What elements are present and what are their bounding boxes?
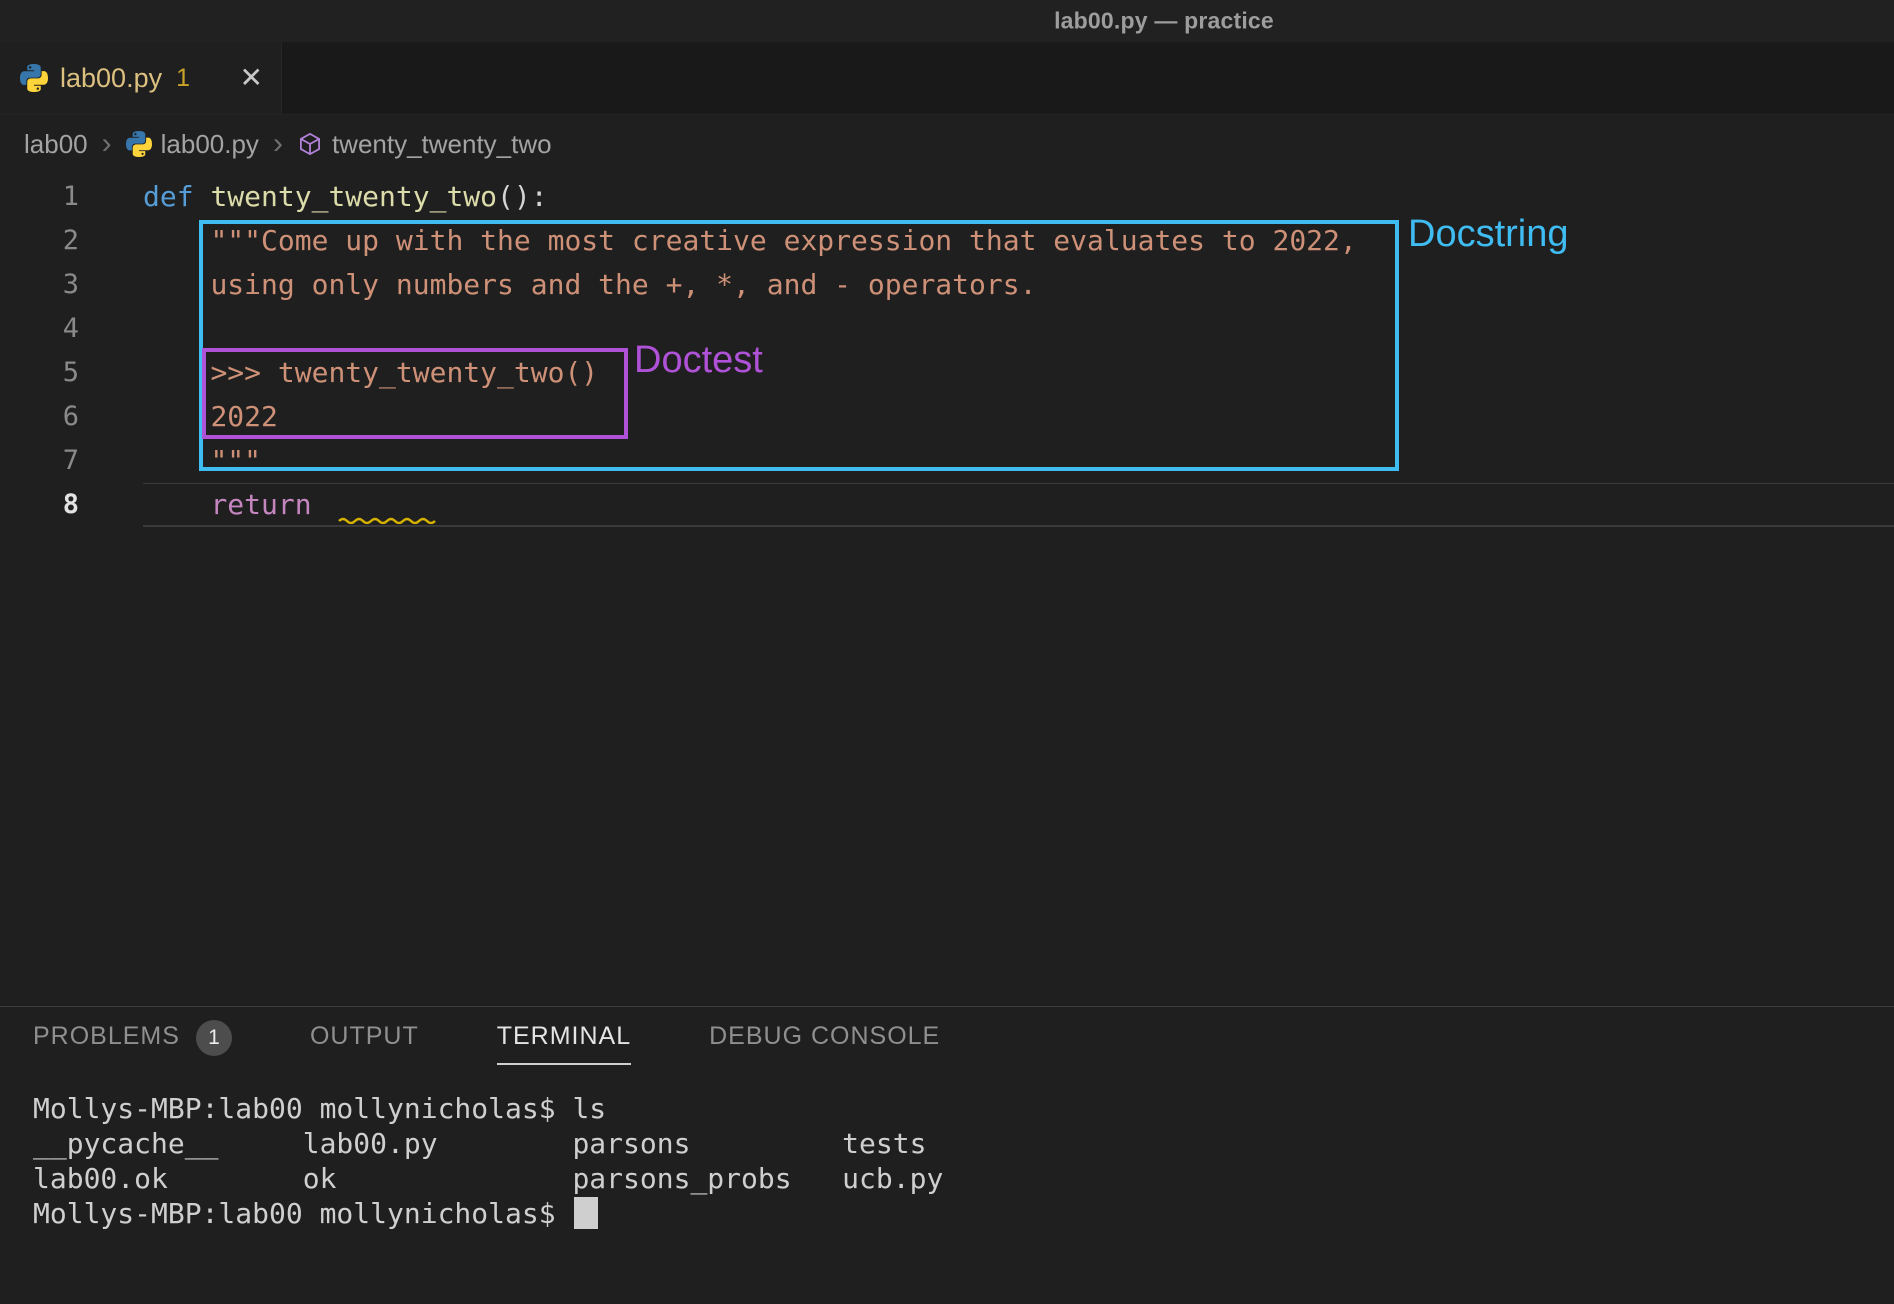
code-token: """Come up with the most creative expres… — [210, 224, 1356, 257]
code-lines: 1def twenty_twenty_two():2 """Come up wi… — [0, 175, 1894, 527]
breadcrumb-item-label: twenty_twenty_two — [332, 129, 552, 160]
code-token: >>> twenty_twenty_two() — [210, 356, 598, 389]
code-token: using only numbers and the +, *, and - o… — [210, 268, 1036, 301]
symbol-namespace-icon — [297, 131, 323, 157]
panel-tab-debug-console[interactable]: DEBUG CONSOLE — [709, 1022, 940, 1065]
code-row[interactable]: 4 — [0, 307, 1894, 351]
code-token: twenty_twenty_two — [210, 180, 497, 213]
line-number: 5 — [0, 351, 143, 395]
panel-tab-label: DEBUG CONSOLE — [709, 1022, 940, 1065]
breadcrumb-item-twenty-twenty-two[interactable]: twenty_twenty_two — [297, 129, 552, 160]
terminal-cursor — [574, 1197, 598, 1229]
code-token: return — [210, 488, 311, 521]
line-number: 2 — [0, 219, 143, 263]
code-token: def — [143, 180, 194, 213]
tab-lab00py[interactable]: lab00.py 1 ✕ — [0, 42, 282, 114]
line-number: 3 — [0, 263, 143, 307]
breadcrumb-item-label: lab00 — [24, 129, 88, 160]
terminal-line: __pycache__ lab00.py parsons tests — [33, 1126, 1894, 1161]
panel-tabs: PROBLEMS 1 OUTPUT TERMINAL DEBUG CONSOLE — [0, 1007, 1894, 1079]
problems-count-badge: 1 — [196, 1020, 232, 1056]
code-row[interactable]: 5 >>> twenty_twenty_two() — [0, 351, 1894, 395]
code-token — [312, 488, 329, 521]
panel-tab-label: OUTPUT — [310, 1022, 419, 1065]
terminal-line: Mollys-MBP:lab00 mollynicholas$ — [33, 1196, 1894, 1231]
code-row[interactable]: 7 """ — [0, 439, 1894, 483]
code-line-content: 2022 — [143, 395, 1894, 439]
line-number: 1 — [0, 175, 143, 219]
terminal-line: Mollys-MBP:lab00 mollynicholas$ ls — [33, 1091, 1894, 1126]
code-line-content: def twenty_twenty_two(): — [143, 175, 1894, 219]
doctest-annotation-label: Doctest — [634, 339, 763, 382]
window-title: lab00.py — practice — [1054, 8, 1274, 35]
terminal-line: lab00.ok ok parsons_probs ucb.py — [33, 1161, 1894, 1196]
breadcrumb: lab00 › lab00.py › twenty_twenty_two — [0, 115, 1894, 173]
close-icon[interactable]: ✕ — [240, 64, 263, 92]
chevron-right-icon: › — [271, 129, 285, 159]
breadcrumb-item-lab00[interactable]: lab00 — [24, 129, 88, 160]
breadcrumb-item-label: lab00.py — [161, 129, 259, 160]
terminal[interactable]: Mollys-MBP:lab00 mollynicholas$ ls__pyca… — [0, 1079, 1894, 1231]
code-token — [143, 400, 210, 433]
code-token — [143, 488, 210, 521]
python-icon — [20, 64, 48, 92]
code-line-content: using only numbers and the +, *, and - o… — [143, 263, 1894, 307]
code-token — [143, 356, 210, 389]
line-number: 4 — [0, 307, 143, 351]
line-number: 8 — [0, 483, 143, 527]
panel-tab-terminal[interactable]: TERMINAL — [497, 1022, 631, 1065]
code-row[interactable]: 8 return — [0, 483, 1894, 527]
tab-problem-count: 1 — [176, 64, 190, 93]
code-token — [194, 180, 211, 213]
code-line-content — [143, 307, 1894, 351]
python-icon — [126, 131, 152, 157]
code-token: 2022 — [210, 400, 277, 433]
panel-tab-label: TERMINAL — [497, 1022, 631, 1065]
titlebar: lab00.py — practice — [0, 0, 1894, 42]
chevron-right-icon: › — [100, 129, 114, 159]
breadcrumb-item-lab00py[interactable]: lab00.py — [126, 129, 259, 160]
code-line-content: """ — [143, 439, 1894, 483]
panel-tab-problems[interactable]: PROBLEMS 1 — [33, 1020, 232, 1066]
tab-bar: lab00.py 1 ✕ — [0, 42, 1894, 115]
code-token — [143, 224, 210, 257]
bottom-panel: PROBLEMS 1 OUTPUT TERMINAL DEBUG CONSOLE… — [0, 1006, 1894, 1304]
docstring-annotation-label: Docstring — [1408, 213, 1569, 256]
code-token: (): — [497, 180, 548, 213]
terminal-output: Mollys-MBP:lab00 mollynicholas$ ls__pyca… — [33, 1091, 1894, 1231]
code-row[interactable]: 2 """Come up with the most creative expr… — [0, 219, 1894, 263]
warning-squiggle — [338, 515, 438, 524]
code-line-content: """Come up with the most creative expres… — [143, 219, 1894, 263]
code-token — [143, 444, 210, 477]
code-row[interactable]: 3 using only numbers and the +, *, and -… — [0, 263, 1894, 307]
code-editor[interactable]: 1def twenty_twenty_two():2 """Come up wi… — [0, 173, 1894, 1006]
line-number: 7 — [0, 439, 143, 483]
code-row[interactable]: 1def twenty_twenty_two(): — [0, 175, 1894, 219]
code-token — [143, 268, 210, 301]
code-row[interactable]: 6 2022 — [0, 395, 1894, 439]
panel-tab-output[interactable]: OUTPUT — [310, 1022, 419, 1065]
panel-tab-label: PROBLEMS — [33, 1022, 180, 1065]
code-line-content: return — [143, 483, 1894, 527]
code-token: """ — [210, 444, 261, 477]
code-line-content: >>> twenty_twenty_two() — [143, 351, 1894, 395]
tab-label: lab00.py — [60, 63, 162, 94]
line-number: 6 — [0, 395, 143, 439]
